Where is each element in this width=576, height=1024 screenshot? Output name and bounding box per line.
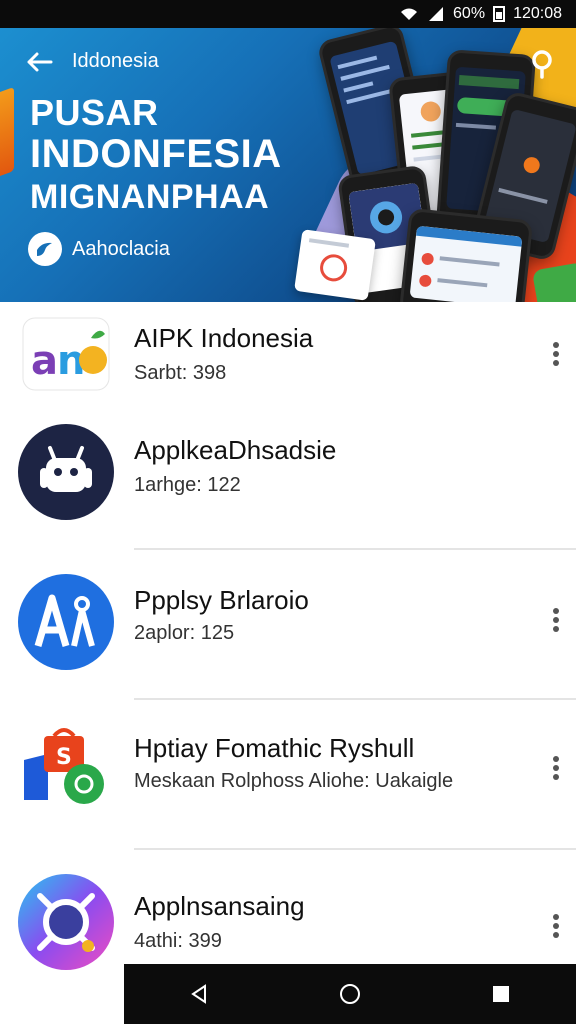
- more-options-button[interactable]: [538, 334, 574, 374]
- banner-headline: INDONFESIA: [30, 132, 282, 176]
- app-name: Ppplsy Brlaroio: [134, 585, 309, 615]
- svg-text:S: S: [56, 745, 72, 770]
- more-options-button[interactable]: [538, 748, 574, 788]
- more-options-button[interactable]: [538, 906, 574, 946]
- page-title: Iddonesia: [72, 50, 159, 72]
- more-vert-icon: [553, 914, 559, 938]
- nav-recents-button[interactable]: [471, 969, 531, 1019]
- status-bar: 60% 120:08: [0, 0, 576, 28]
- app-name: Hptiay Fomathic Ryshull: [134, 733, 415, 763]
- more-vert-icon: [553, 608, 559, 632]
- more-vert-icon: [553, 342, 559, 366]
- system-nav-bar: [124, 964, 576, 1024]
- svg-text:a: a: [31, 338, 58, 384]
- app-meta: Meskaan Rolphoss Aliohe: Uakaigle: [134, 770, 454, 792]
- more-vert-icon: [553, 756, 559, 780]
- phone-mockup: [398, 207, 534, 302]
- app-meta: Sarbt: 398: [134, 362, 227, 384]
- app-name: ApplkeaDhsadsie: [134, 435, 337, 465]
- app-name: Applnsansaing: [134, 891, 305, 921]
- aipk-logo-icon: a n: [18, 306, 114, 402]
- nav-back-button[interactable]: [169, 969, 229, 1019]
- circle-home-icon: [339, 984, 360, 1004]
- banner-headline: PUSAR: [30, 92, 159, 133]
- ai-compass-icon: [18, 574, 114, 670]
- nav-home-button[interactable]: [320, 969, 380, 1019]
- list-item[interactable]: a n AIPK Indonesia Sarbt: 398: [0, 302, 576, 402]
- android-robot-icon: [18, 424, 114, 520]
- wifi-icon: [399, 6, 419, 22]
- list-item[interactable]: S Hptiay Fomathic Ryshull Meskaan Rolpho…: [0, 702, 576, 848]
- battery-icon: [493, 6, 506, 22]
- back-button[interactable]: [22, 48, 56, 76]
- arrow-left-icon: [27, 52, 53, 72]
- app-meta: 4athi: 399: [134, 930, 222, 952]
- app-name: AIPK Indonesia: [134, 323, 314, 353]
- list-item[interactable]: Ppplsy Brlaroio 2aplor: 125: [0, 552, 576, 698]
- search-icon: [532, 50, 552, 79]
- app-card-mockup: [294, 229, 376, 301]
- battery-percent: 60%: [453, 5, 486, 22]
- triangle-back-icon: [191, 984, 207, 1004]
- badge-label: Aahoclacia: [72, 237, 170, 260]
- app-meta: 1arhge: 122: [134, 474, 241, 496]
- gradient-ring-icon: [18, 874, 114, 970]
- hero-banner: Iddonesia PUSAR INDONFESIA MIGNANPHAA Aa…: [0, 28, 576, 302]
- search-button[interactable]: [524, 46, 560, 82]
- divider: [134, 548, 576, 550]
- banner-headline: MIGNANPHAA: [30, 178, 270, 216]
- divider: [134, 698, 576, 700]
- more-options-button[interactable]: [538, 600, 574, 640]
- divider: [134, 848, 576, 850]
- shopping-chat-icon: S: [18, 720, 114, 816]
- clock: 120:08: [513, 5, 562, 22]
- list-item[interactable]: ApplkeaDhsadsie 1arhge: 122: [0, 412, 576, 548]
- app-meta: 2aplor: 125: [134, 622, 235, 644]
- badge-logo-icon: [28, 232, 62, 266]
- signal-icon: [427, 6, 445, 22]
- banner-badge[interactable]: Aahoclacia: [28, 232, 170, 266]
- square-recents-icon: [492, 986, 509, 1002]
- decorative-shape: [0, 86, 14, 182]
